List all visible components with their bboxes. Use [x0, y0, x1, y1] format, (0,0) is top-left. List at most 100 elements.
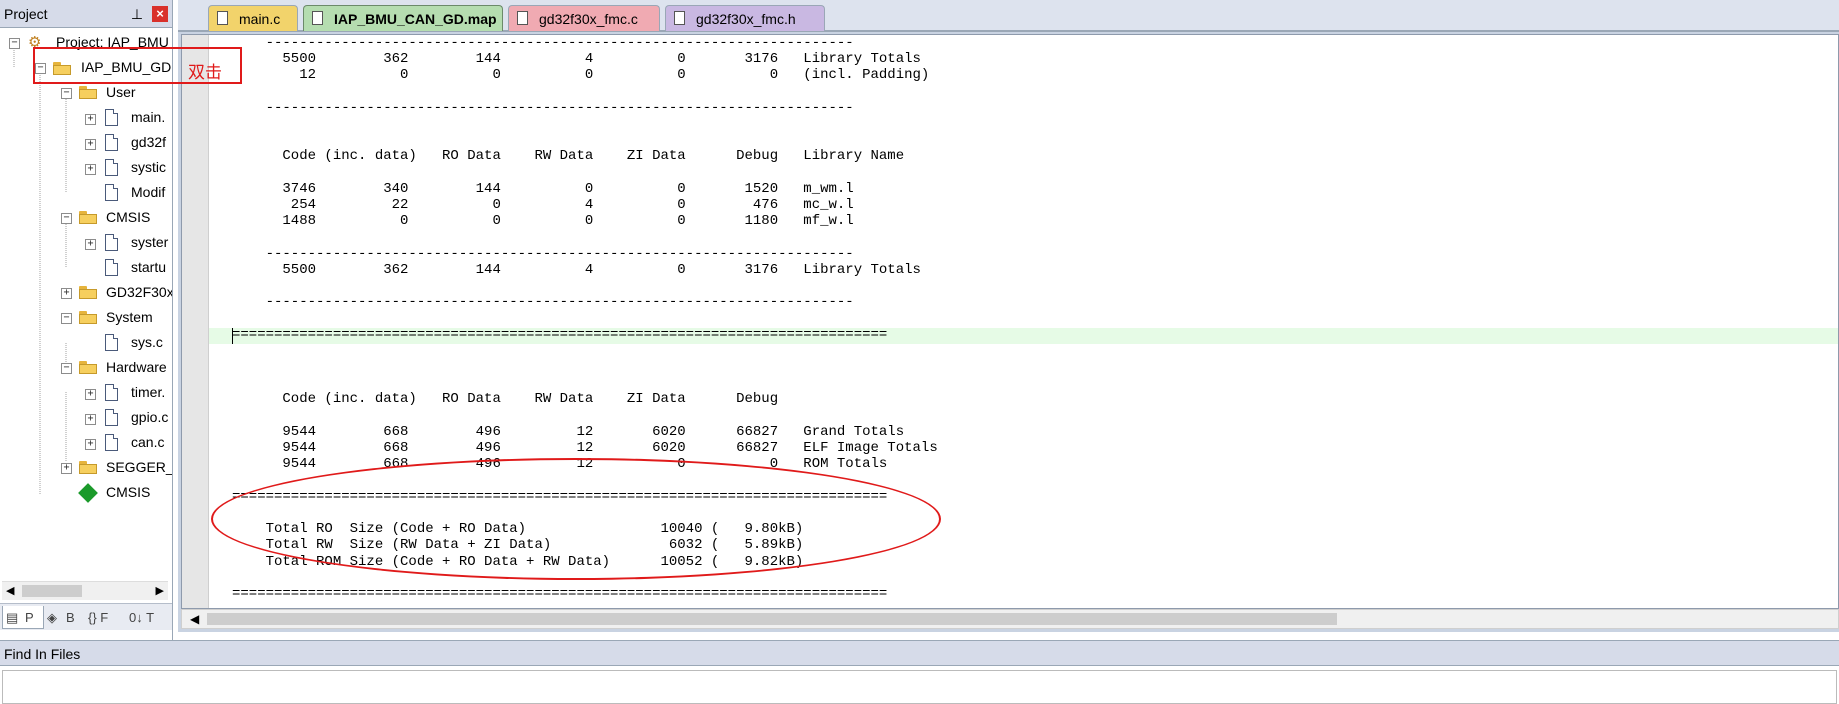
tree-item-group-user[interactable]: − User [0, 81, 172, 105]
project-panel: Project ⊥ × − ⚙ Project: IAP_BMU − IAP_B… [0, 0, 173, 640]
tab-templates[interactable]: 0↓ T [126, 606, 170, 628]
expand-toggle-icon[interactable]: + [61, 463, 72, 474]
project-panel-title: Project [4, 6, 48, 22]
tree-item-label: CMSIS [106, 484, 151, 500]
tree-item-file[interactable]: startu [0, 256, 172, 280]
file-icon [105, 134, 118, 151]
file-icon [105, 334, 118, 351]
collapse-toggle-icon[interactable]: − [9, 38, 20, 49]
folder-icon [79, 311, 97, 324]
collapse-toggle-icon[interactable]: − [61, 88, 72, 99]
cmsis-diamond-icon [78, 483, 98, 503]
tab-main-c[interactable]: main.c [208, 5, 298, 31]
expand-toggle-icon[interactable]: + [85, 164, 96, 175]
find-in-files-titlebar: Find In Files [0, 640, 1839, 666]
tree-item-group-segger[interactable]: + SEGGER_R [0, 456, 172, 480]
expand-toggle-icon[interactable]: + [85, 414, 96, 425]
code-line: 254 22 0 4 0 476 mc_w.l [290, 197, 854, 214]
document-icon [517, 11, 528, 25]
folder-icon [79, 211, 97, 224]
expand-toggle-icon[interactable]: + [85, 439, 96, 450]
tree-item-file[interactable]: + main. [0, 106, 172, 130]
tab-label: B [66, 610, 75, 625]
expand-toggle-icon[interactable]: + [85, 389, 96, 400]
collapse-toggle-icon[interactable]: − [61, 363, 72, 374]
tree-item-group-cmsis[interactable]: − CMSIS [0, 206, 172, 230]
tree-item-label: System [106, 309, 153, 325]
tab-books[interactable]: ◈ B [44, 606, 82, 628]
tree-item-label: timer. [131, 384, 166, 400]
tab-label: gd32f30x_fmc.h [696, 11, 796, 27]
scroll-right-icon[interactable]: ▶ [156, 584, 164, 597]
collapse-toggle-icon[interactable]: − [61, 213, 72, 224]
tab-fmc-c[interactable]: gd32f30x_fmc.c [508, 5, 660, 31]
expand-toggle-icon[interactable]: + [61, 288, 72, 299]
code-line: ----------------------------------------… [265, 294, 854, 311]
annotation-double-click-label: 双击 [188, 63, 222, 83]
scroll-left-icon[interactable]: ◀ [6, 584, 14, 597]
tab-fmc-h[interactable]: gd32f30x_fmc.h [665, 5, 825, 31]
tree-item-label: Hardware [106, 359, 167, 375]
tree-item-group-gd32f30x[interactable]: + GD32F30x [0, 281, 172, 305]
expand-toggle-icon[interactable]: + [85, 139, 96, 150]
code-line: 1488 0 0 0 0 1180 mf_w.l [282, 213, 854, 230]
file-icon [105, 184, 118, 201]
file-icon [105, 259, 118, 276]
tree-item-file[interactable]: + systic [0, 156, 172, 180]
document-icon [217, 11, 228, 25]
file-icon [105, 384, 118, 401]
scrollbar-thumb[interactable] [207, 613, 1337, 625]
document-icon [674, 11, 685, 25]
code-line: 12 0 0 0 0 0 (incl. Padding) [299, 67, 930, 84]
code-line: 9544 668 496 12 6020 66827 Grand Totals [282, 423, 905, 440]
tab-label: gd32f30x_fmc.c [539, 11, 638, 27]
code-line: 3746 340 144 0 0 1520 m_wm.l [282, 180, 854, 197]
file-icon [105, 159, 118, 176]
tree-item-label: main. [131, 109, 166, 125]
code-line: ----------------------------------------… [265, 35, 854, 51]
code-line: 5500 362 144 4 0 3176 Library Totals [282, 51, 921, 68]
folder-icon [79, 86, 97, 99]
code-line: Code (inc. data) RO Data RW Data ZI Data… [282, 148, 905, 165]
tab-label: 0↓ T [129, 610, 155, 625]
tab-label: IAP_BMU_CAN_GD.map [334, 11, 497, 27]
scroll-left-icon[interactable]: ◀ [190, 612, 199, 626]
find-in-files-panel: Find In Files [0, 640, 1839, 704]
tree-item-file[interactable]: + syster [0, 231, 172, 255]
expand-toggle-icon[interactable]: + [85, 114, 96, 125]
expand-toggle-icon[interactable]: + [85, 239, 96, 250]
project-tree-scrollbar[interactable]: ◀ ▶ [2, 581, 168, 600]
tab-map-file[interactable]: IAP_BMU_CAN_GD.map [303, 5, 503, 31]
collapse-toggle-icon[interactable]: − [61, 313, 72, 324]
tree-item-label: GD32F30x [106, 284, 172, 300]
file-tab-strip: main.c IAP_BMU_CAN_GD.map gd32f30x_fmc.c… [178, 0, 1839, 32]
editor-horizontal-scrollbar[interactable]: ◀ [181, 609, 1839, 629]
tree-item-group-system[interactable]: − System [0, 306, 172, 330]
project-panel-titlebar: Project ⊥ × [0, 0, 172, 28]
scrollbar-thumb[interactable] [22, 585, 82, 597]
tree-item-label: gpio.c [131, 409, 169, 425]
tree-item-group-hardware[interactable]: − Hardware [0, 356, 172, 380]
tree-item-file[interactable]: + can.c [0, 431, 172, 455]
close-icon[interactable]: × [152, 6, 168, 22]
tree-item-label: sys.c [131, 334, 163, 350]
code-line: ----------------------------------------… [265, 245, 854, 262]
tree-item-file[interactable]: Modif [0, 181, 172, 205]
find-in-files-results[interactable] [2, 670, 1837, 704]
folder-icon [79, 461, 97, 474]
tree-item-component-cmsis[interactable]: CMSIS [0, 481, 172, 505]
code-line: ========================================… [232, 585, 888, 602]
tree-item-file[interactable]: + gpio.c [0, 406, 172, 430]
tree-item-file[interactable]: sys.c [0, 331, 172, 355]
tree-item-label: can.c [131, 434, 165, 450]
tree-item-file[interactable]: + gd32f [0, 131, 172, 155]
pin-icon[interactable]: ⊥ [130, 6, 144, 22]
tree-item-file[interactable]: + timer. [0, 381, 172, 405]
tree-item-label: systic [131, 159, 166, 175]
tab-label: P [25, 610, 34, 625]
tree-item-label: User [106, 84, 136, 100]
tab-project[interactable]: ▤ P [2, 606, 44, 629]
tab-functions[interactable]: {} F [84, 606, 124, 628]
tree-item-label: Modif [131, 184, 166, 200]
tree-item-label: SEGGER_R [106, 459, 172, 475]
